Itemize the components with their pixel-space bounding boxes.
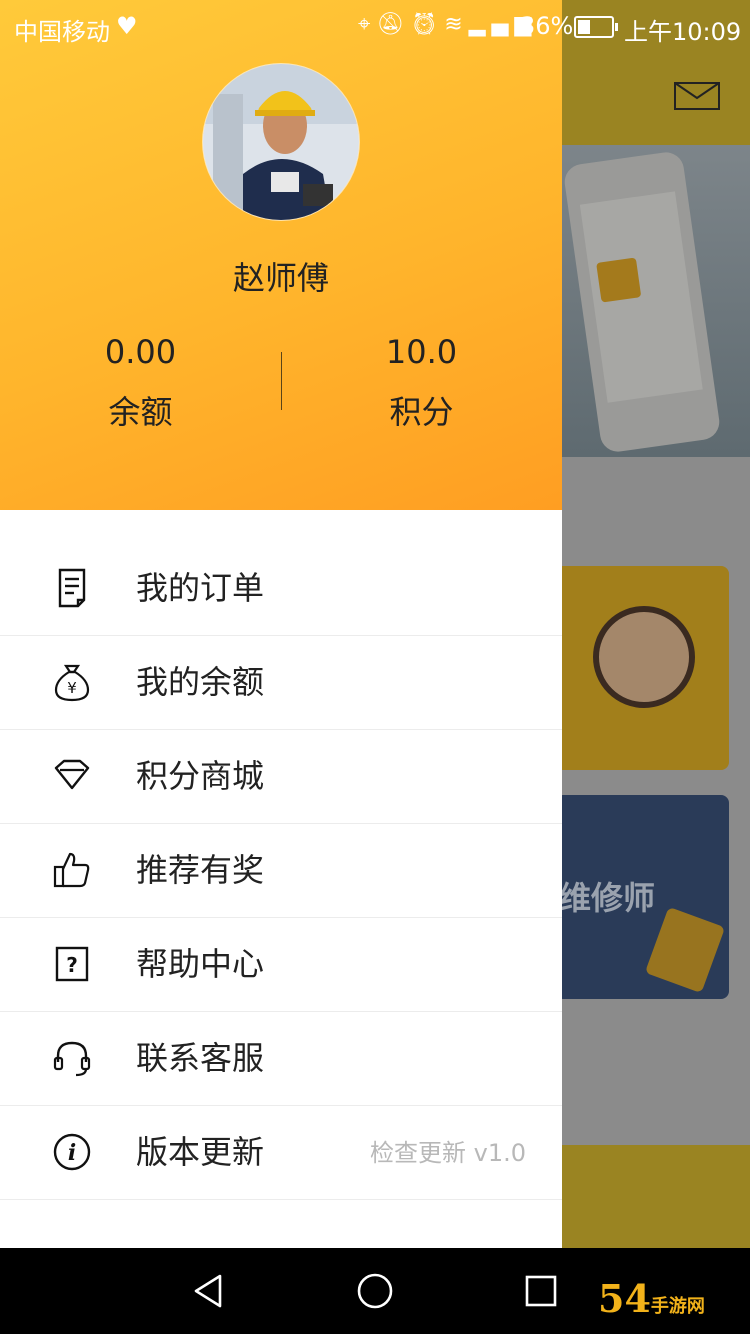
points-value: 10.0 <box>385 333 458 371</box>
worker-avatar-image <box>203 64 359 220</box>
menu-label: 我的余额 <box>136 663 265 701</box>
battery-percent: 36% <box>520 12 574 40</box>
mute-icon: 🔕︎ <box>376 12 411 37</box>
background-card-text: 维修师 <box>559 879 656 917</box>
home-icon[interactable] <box>354 1270 396 1312</box>
location-icon: ⌖ <box>358 12 377 37</box>
balance-value: 0.00 <box>104 333 177 371</box>
wifi-icon: ≋ <box>444 12 469 37</box>
navigation-drawer: 赵师傅 0.00 余额 10.0 积分 我的订单 ¥ 我的余额 积分商城 推荐有… <box>0 0 562 1248</box>
menu-item-my-balance[interactable]: ¥ 我的余额 <box>0 636 562 730</box>
recents-icon[interactable] <box>520 1270 562 1312</box>
menu-label: 联系客服 <box>136 1039 265 1077</box>
help-icon: ? <box>55 946 89 982</box>
balance-stat[interactable]: 0.00 余额 <box>0 330 281 434</box>
check-update-link[interactable]: 检查更新 v1.0 <box>370 1138 526 1168</box>
profile-header: 赵师傅 0.00 余额 10.0 积分 <box>0 0 562 510</box>
background-banner <box>562 145 750 457</box>
user-name: 赵师傅 <box>232 259 329 297</box>
site-watermark: 54手游网 <box>598 1276 705 1321</box>
mail-icon <box>674 82 720 110</box>
carrier-label: 中国移动 <box>14 18 110 46</box>
back-icon[interactable] <box>188 1270 230 1312</box>
points-stat[interactable]: 10.0 积分 <box>281 330 562 434</box>
clock: 上午10:09 <box>624 18 742 46</box>
thumbs-up-icon <box>53 852 90 888</box>
status-bar: 中国移动 ♥ ⌖🔕︎⏰︎≋▂▄▆ 36% 上午10:09 <box>0 0 750 54</box>
svg-text:i: i <box>68 1140 76 1166</box>
menu-item-my-orders[interactable]: 我的订单 <box>0 542 562 636</box>
diamond-icon <box>54 759 90 790</box>
money-bag-icon: ¥ <box>54 664 90 702</box>
menu-item-contact-support[interactable]: 联系客服 <box>0 1012 562 1106</box>
menu-label: 版本更新 <box>136 1133 265 1171</box>
menu-label: 推荐有奖 <box>136 851 265 889</box>
avatar[interactable] <box>203 64 359 220</box>
menu-label: 积分商城 <box>136 757 265 795</box>
phone-image <box>562 150 722 454</box>
menu-item-points-mall[interactable]: 积分商城 <box>0 730 562 824</box>
points-label: 积分 <box>389 393 454 431</box>
menu-item-version-update[interactable]: i 版本更新 检查更新 v1.0 <box>0 1106 562 1200</box>
svg-text:¥: ¥ <box>67 679 77 697</box>
svg-text:?: ? <box>66 953 78 977</box>
cartoon-face-image <box>593 606 695 708</box>
balance-label: 余额 <box>108 393 173 431</box>
heart-icon: ♥ <box>116 12 138 40</box>
drawer-menu: 我的订单 ¥ 我的余额 积分商城 推荐有奖 ? 帮助中心 联系客服 i 版本更新… <box>0 542 562 1200</box>
info-icon: i <box>53 1133 91 1171</box>
background-card-cartoon <box>555 566 729 770</box>
headset-icon <box>53 1041 91 1077</box>
menu-label: 帮助中心 <box>136 945 265 983</box>
background-card-repairman: 维修师 <box>555 795 729 999</box>
menu-item-help-center[interactable]: ? 帮助中心 <box>0 918 562 1012</box>
menu-item-referral-reward[interactable]: 推荐有奖 <box>0 824 562 918</box>
alarm-icon: ⏰︎ <box>410 12 445 37</box>
status-icons: ⌖🔕︎⏰︎≋▂▄▆ <box>358 12 537 37</box>
battery-icon <box>574 16 618 38</box>
menu-label: 我的订单 <box>136 569 265 607</box>
order-icon <box>58 568 86 608</box>
